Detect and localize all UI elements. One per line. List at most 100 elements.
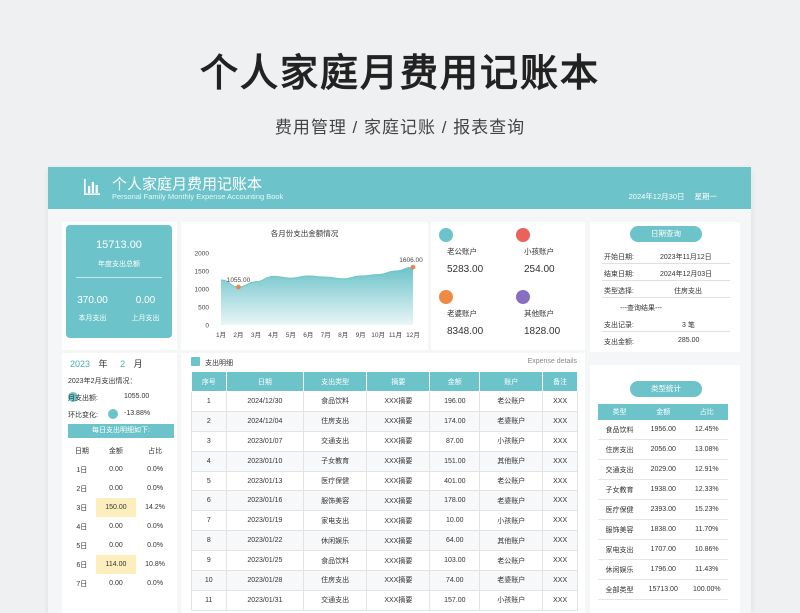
details-title: 支出明细 bbox=[205, 360, 233, 367]
cell: 2日 bbox=[76, 485, 88, 493]
cell: 食品饮料 bbox=[598, 420, 641, 440]
mom-change-value: -13.88% bbox=[124, 410, 151, 417]
cell: 2023/01/22 bbox=[225, 530, 305, 552]
date-query-panel: 日期查询 开始日期: 2023年11月12日 结束日期: 2024年12月03日… bbox=[590, 222, 740, 352]
table-row[interactable]: 3 2023/01/07 交通支出 XXX摘要 87.00 小孩账户 XXX bbox=[191, 430, 578, 452]
table-row[interactable]: 10 2023/01/28 住房支出 XXX摘要 74.00 老婆账户 XXX bbox=[191, 570, 578, 591]
table-row[interactable]: 8 2023/01/22 休闲娱乐 XXX摘要 64.00 其他账户 XXX bbox=[191, 530, 578, 552]
cell: 0.00 bbox=[109, 542, 123, 549]
daily-breakdown-title: 每日支出明细如下: bbox=[68, 424, 174, 438]
dashboard-banner: 个人家庭月费用记账本 Personal Family Monthly Expen… bbox=[48, 167, 751, 209]
start-date-input[interactable]: 2023年11月12日 bbox=[660, 252, 712, 262]
table-row[interactable]: 11 2023/01/31 交通支出 XXX摘要 157.00 小孩账户 XXX bbox=[191, 589, 578, 611]
cell: 其他账户 bbox=[479, 450, 544, 472]
account-wife[interactable]: 老婆账户 8348.00 bbox=[431, 286, 508, 346]
month-picker: 2023 年 2 月 bbox=[70, 357, 143, 370]
banner-title: 个人家庭月费用记账本 bbox=[112, 176, 263, 193]
x-tick-label: 1月 bbox=[216, 331, 226, 339]
cell: 151.00 bbox=[429, 450, 481, 472]
table-row[interactable]: 1 2024/12/30 食品饮料 XXX摘要 196.00 老公账户 XXX bbox=[191, 391, 578, 412]
cell: 0.00 bbox=[109, 523, 123, 530]
x-tick-label: 9月 bbox=[356, 331, 366, 339]
cell: 11 bbox=[191, 589, 227, 611]
cell: 196.00 bbox=[429, 391, 481, 412]
cell: 休闲娱乐 bbox=[303, 530, 368, 552]
list-icon bbox=[191, 357, 200, 366]
account-husband[interactable]: 老公账户 5283.00 bbox=[431, 224, 508, 284]
cell: 64.00 bbox=[429, 530, 481, 552]
month-spend-label: 月支出额: bbox=[68, 395, 98, 402]
cell: XXX bbox=[542, 410, 578, 432]
divider bbox=[602, 297, 730, 298]
end-date-input[interactable]: 2024年12月03日 bbox=[660, 269, 712, 279]
account-other[interactable]: 其他账户 1828.00 bbox=[508, 286, 585, 346]
month-spend-value: 1055.00 bbox=[124, 393, 150, 400]
spreadsheet-dashboard: 个人家庭月费用记账本 Personal Family Monthly Expen… bbox=[48, 167, 751, 613]
cell: 小孩账户 bbox=[479, 589, 544, 611]
table-row: 服饰美容 1838.00 11.70% bbox=[598, 519, 728, 540]
month-status-title: 2023年2月支出情况： bbox=[68, 378, 137, 385]
type-select[interactable]: 住房支出 bbox=[674, 286, 702, 296]
divider bbox=[602, 263, 730, 264]
account-child[interactable]: 小孩账户 254.00 bbox=[508, 224, 585, 284]
cell: 1838.00 bbox=[640, 519, 686, 540]
cell: 休闲娱乐 bbox=[598, 559, 641, 580]
annual-total: 15713.00 bbox=[96, 239, 142, 251]
table-row[interactable]: 7 2023/01/19 家电支出 XXX摘要 10.00 小孩账户 XXX bbox=[191, 510, 578, 532]
table-row: 1日 0.00 0.0% bbox=[68, 460, 174, 479]
cell: 7日 bbox=[76, 580, 88, 588]
cell: 5日 bbox=[76, 542, 88, 550]
table-row[interactable]: 4 2023/01/10 子女教育 XXX摘要 151.00 其他账户 XXX bbox=[191, 450, 578, 472]
table-row: 7日 0.00 0.0% bbox=[68, 574, 174, 593]
data-label: 1055.00 bbox=[227, 277, 251, 284]
table-row[interactable]: 5 2023/01/13 医疗保健 XXX摘要 401.00 老公账户 XXX bbox=[191, 470, 578, 492]
cell: 2024/12/04 bbox=[225, 410, 305, 432]
cell: 0.0% bbox=[147, 523, 164, 530]
cell: XXX bbox=[542, 550, 578, 572]
x-tick-label: 8月 bbox=[338, 331, 348, 339]
cell: 87.00 bbox=[429, 430, 481, 452]
cell: 10.86% bbox=[685, 539, 728, 560]
cell: 2023/01/10 bbox=[225, 450, 305, 472]
data-label: 1606.00 bbox=[399, 257, 423, 264]
cell: 家电支出 bbox=[598, 539, 641, 560]
result-title: ---查询结果--- bbox=[620, 305, 662, 312]
table-row[interactable]: 9 2023/01/25 食品饮料 XXX摘要 103.00 老公账户 XXX bbox=[191, 550, 578, 572]
banner-date: 2024年12月30日 星期一 bbox=[619, 191, 717, 202]
y-tick-label: 0 bbox=[205, 323, 209, 330]
cell: 0.00 bbox=[109, 466, 123, 473]
column-header: 摘要 bbox=[366, 371, 431, 392]
this-month-value: 370.00 bbox=[77, 295, 108, 306]
table-row[interactable]: 6 2023/01/16 服饰美容 XXX摘要 178.00 老婆账户 XXX bbox=[191, 490, 578, 512]
cell: XXX bbox=[542, 470, 578, 492]
column-header: 金额 bbox=[429, 371, 481, 392]
month-input[interactable]: 2 bbox=[120, 359, 125, 369]
cell: 0.0% bbox=[147, 485, 164, 492]
cell: 1796.00 bbox=[640, 559, 686, 580]
cell: 2 bbox=[191, 410, 227, 432]
cell: 老公账户 bbox=[479, 550, 544, 572]
monthly-breakdown-panel: 2023 年 2 月 2023年2月支出情况： 月支出额: 1055.00 环比… bbox=[62, 353, 177, 613]
cell: 服饰美容 bbox=[598, 519, 641, 540]
table-row: 5日 0.00 0.0% bbox=[68, 536, 174, 555]
cell: 174.00 bbox=[429, 410, 481, 432]
cell: 2023/01/16 bbox=[225, 490, 305, 512]
table-header-row: 日期 金额 占比 bbox=[68, 441, 174, 460]
cell: 14.2% bbox=[145, 504, 166, 511]
cell: 12.33% bbox=[685, 479, 728, 500]
cell: 6日 bbox=[76, 561, 88, 569]
cell: 小孩账户 bbox=[479, 430, 544, 452]
table-row[interactable]: 2 2024/12/04 住房支出 XXX摘要 174.00 老婆账户 XXX bbox=[191, 410, 578, 432]
cell: 医疗保健 bbox=[598, 499, 641, 520]
cell: 15713.00 bbox=[640, 579, 686, 600]
amount-value: 285.00 bbox=[678, 337, 700, 344]
cell: 2024/12/30 bbox=[225, 391, 305, 412]
cell: 0.00 bbox=[109, 580, 123, 587]
table-row: 6日 114.00 10.8% bbox=[68, 555, 174, 574]
table-row: 食品饮料 1956.00 12.45% bbox=[598, 420, 728, 440]
x-tick-label: 7月 bbox=[321, 331, 331, 339]
type-stats-panel: 类型统计 类型 金额 占比 食品饮料 1956.00 12.45% 住房支出 2056.… bbox=[590, 365, 740, 613]
cell: 4日 bbox=[76, 523, 88, 531]
year-input[interactable]: 2023 bbox=[70, 359, 90, 369]
account-name: 老公账户 bbox=[447, 247, 477, 256]
